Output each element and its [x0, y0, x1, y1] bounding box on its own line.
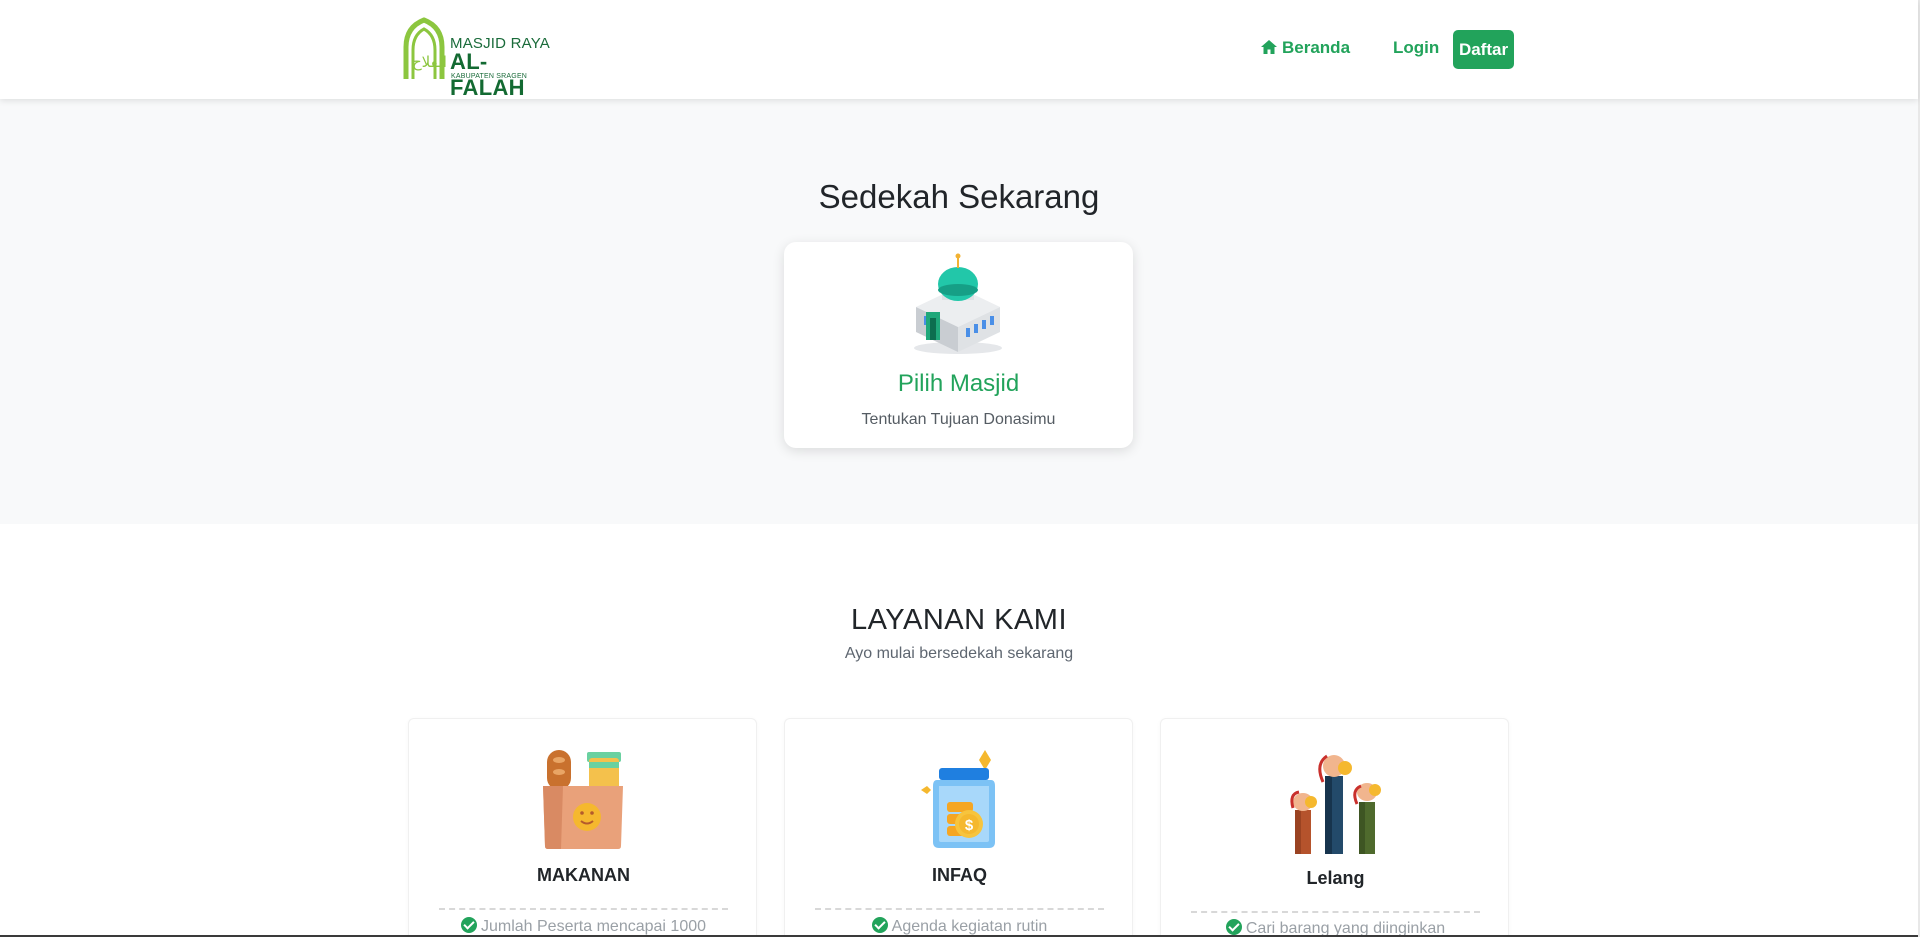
- service-feature-text: Agenda kegiatan rutin: [891, 918, 1048, 935]
- logo-arabic: الفلاح: [412, 53, 447, 71]
- pick-mosque-card[interactable]: Pilih Masjid Tentukan Tujuan Donasimu: [784, 242, 1133, 448]
- check-circle-icon: [871, 917, 888, 933]
- logo[interactable]: الفلاح MASJID RAYA AL-FALAH KABUPATEN SR…: [402, 17, 558, 100]
- pick-mosque-subtitle: Tentukan Tujuan Donasimu: [861, 411, 1056, 428]
- divider: [439, 908, 728, 910]
- service-name: MAKANAN: [537, 865, 630, 885]
- nav-login-link[interactable]: Login: [1393, 38, 1439, 58]
- logo-line-3: KABUPATEN SRAGEN: [451, 73, 528, 80]
- hero-section: Sedekah Sekarang Pilih Masjid Tentukan T…: [0, 99, 1918, 524]
- services-title: LAYANAN KAMI: [850, 604, 1068, 636]
- service-card-infaq[interactable]: $ INFAQ Agenda kegiatan rutin: [784, 718, 1133, 937]
- hero-title: Sedekah Sekarang: [818, 178, 1100, 215]
- service-feature-text: Jumlah Peserta mencapai 1000: [480, 918, 707, 935]
- service-card-lelang[interactable]: Lelang Cari barang yang diinginkan: [1160, 718, 1509, 937]
- service-name: Lelang: [1306, 868, 1365, 888]
- auction-hands-icon: [1290, 754, 1381, 854]
- service-feature: Jumlah Peserta mencapai 1000: [409, 917, 758, 936]
- nav-home-label: Beranda: [1282, 38, 1351, 57]
- mosque-icon: [914, 253, 1002, 354]
- grocery-bag-icon: [543, 750, 623, 849]
- service-card-makanan[interactable]: MAKANAN Jumlah Peserta mencapai 1000: [408, 718, 757, 937]
- check-circle-icon: [1225, 919, 1242, 935]
- divider: [815, 908, 1104, 910]
- svg-text:$: $: [965, 817, 974, 834]
- register-button[interactable]: Daftar: [1453, 30, 1514, 69]
- home-icon: [1261, 40, 1277, 54]
- service-name: INFAQ: [931, 865, 987, 885]
- service-feature: Agenda kegiatan rutin: [785, 917, 1134, 936]
- divider: [1191, 911, 1480, 913]
- check-circle-icon: [460, 917, 477, 933]
- navbar: الفلاح MASJID RAYA AL-FALAH KABUPATEN SR…: [0, 0, 1918, 100]
- coin-jar-icon: $: [921, 750, 995, 848]
- arch-logo-icon: [403, 17, 445, 79]
- nav-home-link[interactable]: Beranda: [1260, 38, 1350, 58]
- pick-mosque-title: Pilih Masjid: [897, 370, 1020, 397]
- services-subtitle: Ayo mulai bersedekah sekarang: [844, 645, 1074, 662]
